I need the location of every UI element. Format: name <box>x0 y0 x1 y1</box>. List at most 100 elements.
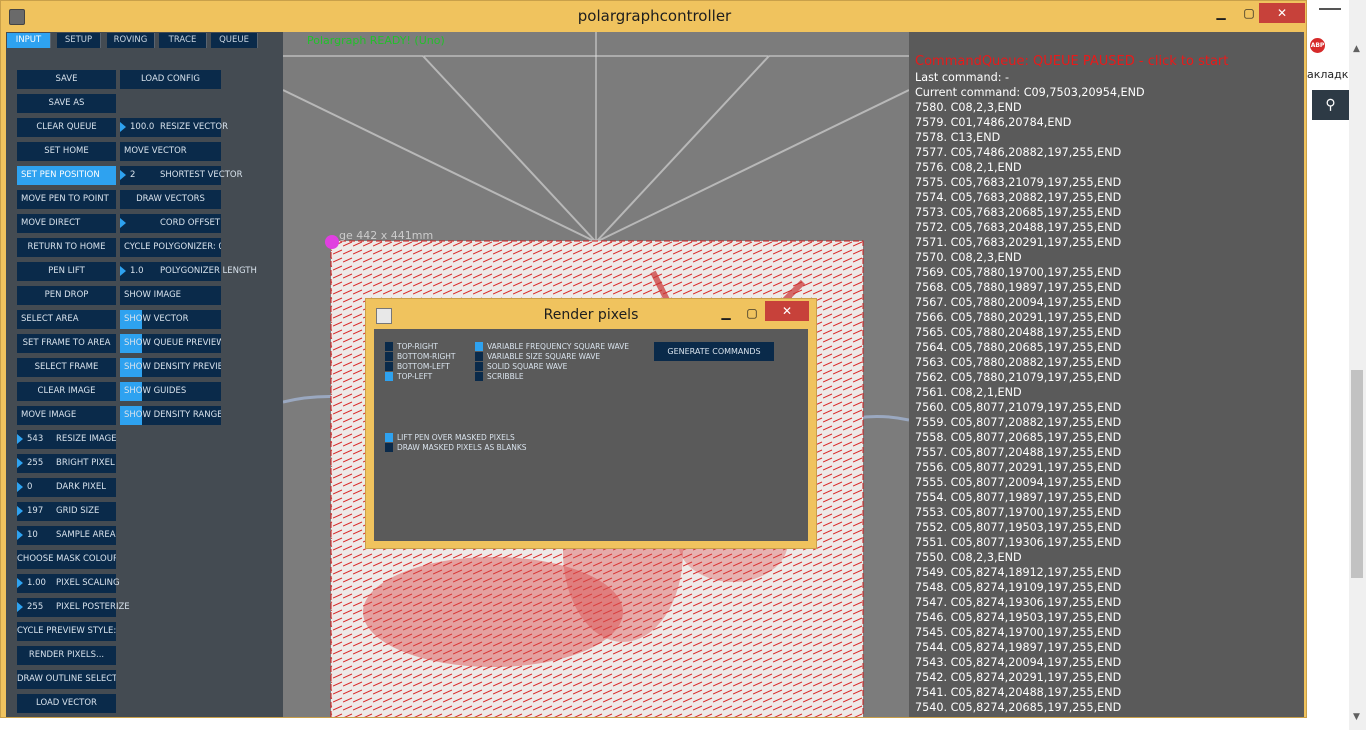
tab-trace[interactable]: TRACE <box>159 33 207 48</box>
cord-offset-label: CORD OFFSET <box>160 218 221 228</box>
checkbox <box>385 342 393 351</box>
dialog-close-button[interactable]: ✕ <box>765 301 809 321</box>
value-arrow-icon <box>17 578 23 588</box>
set-pen-position-button[interactable]: SET PEN POSITION <box>17 166 116 185</box>
show-vector-toggle[interactable]: SHOW VECTOR <box>120 310 221 329</box>
shortest-vector-label: SHORTEST VECTOR <box>160 170 243 180</box>
move-pen-to-point-button[interactable]: MOVE PEN TO POINT <box>17 190 116 209</box>
cycle-preview-style-button[interactable]: CYCLE PREVIEW STYLE: 1 <box>17 622 116 641</box>
pen-drop-button[interactable]: PEN DROP <box>17 286 116 305</box>
move-vector-button[interactable]: MOVE VECTOR <box>120 142 221 161</box>
option-label: BOTTOM-RIGHT <box>397 352 456 361</box>
queue-line: 7563. C05,7880,20882,197,255,END <box>915 356 1122 369</box>
queue-line: 7580. C08,2,3,END <box>915 101 1022 114</box>
draw-vectors-button[interactable]: DRAW VECTORS <box>120 190 221 209</box>
grid-size-value: 197 <box>27 506 44 516</box>
title-bar[interactable]: polargraphcontroller ▁ ▢ ✕ <box>1 1 1306 32</box>
resize-vector-value: 100.0 <box>130 122 155 132</box>
queue-line: 7541. C05,8274,20488,197,255,END <box>915 686 1122 699</box>
scroll-thumb[interactable] <box>1351 370 1363 578</box>
page-scrollbar[interactable]: ▲ ▼ <box>1349 0 1366 730</box>
queue-line: 7556. C05,8077,20291,197,255,END <box>915 461 1122 474</box>
right-cord-line <box>595 89 909 243</box>
close-button[interactable]: ✕ <box>1259 3 1305 23</box>
queue-line: 7570. C08,2,3,END <box>915 251 1022 264</box>
shortest-vector-control[interactable]: 2 SHORTEST VECTOR <box>120 166 243 185</box>
set-home-button[interactable]: SET HOME <box>17 142 116 161</box>
tab-input[interactable]: INPUT <box>7 33 51 48</box>
clear-queue-button[interactable]: CLEAR QUEUE <box>17 118 116 137</box>
option-label: VARIABLE FREQUENCY SQUARE WAVE <box>487 342 630 351</box>
option-label: SCRIBBLE <box>487 372 524 381</box>
scroll-up-arrow-icon[interactable]: ▲ <box>1353 44 1360 54</box>
pen-position-marker[interactable] <box>325 235 339 249</box>
load-config-button[interactable]: LOAD CONFIG <box>120 70 221 89</box>
queue-line: 7579. C01,7486,20784,END <box>915 116 1072 129</box>
show-queue-preview-label: SHOW QUEUE PREVIEW <box>124 338 221 348</box>
pen-lift-button[interactable]: PEN LIFT <box>17 262 116 281</box>
adblock-icon[interactable]: ABP <box>1310 38 1325 53</box>
save-as-button[interactable]: SAVE AS <box>17 94 116 113</box>
clear-image-button[interactable]: CLEAR IMAGE <box>17 382 116 401</box>
tab-roving[interactable]: ROVING <box>107 33 155 48</box>
pixel-scaling-control[interactable]: 1.00 PIXEL SCALING <box>17 574 120 593</box>
cycle-polygonizer-button[interactable]: CYCLE POLYGONIZER: 0 <box>120 238 221 257</box>
load-vector-button[interactable]: LOAD VECTOR <box>17 694 116 713</box>
draw-outline-selected-button[interactable]: DRAW OUTLINE SELECTED <box>17 670 116 689</box>
select-area-button[interactable]: SELECT AREA <box>17 310 116 329</box>
option-label: TOP-LEFT <box>397 372 433 381</box>
move-direct-button[interactable]: MOVE DIRECT <box>17 214 116 233</box>
queue-line: 7553. C05,8077,19700,197,255,END <box>915 506 1122 519</box>
scroll-down-arrow-icon[interactable]: ▼ <box>1353 712 1360 722</box>
queue-line: Current command: C09,7503,20954,END <box>915 86 1145 99</box>
tab-queue[interactable]: QUEUE <box>211 33 258 48</box>
generate-commands-button[interactable]: GENERATE COMMANDS <box>654 342 774 361</box>
value-arrow-icon <box>120 266 126 276</box>
dialog-minimize-button[interactable]: ▁ <box>716 303 736 323</box>
render-pixels-button[interactable]: RENDER PIXELS... <box>17 646 116 665</box>
resize-image-control[interactable]: 543 RESIZE IMAGE <box>17 430 117 449</box>
value-arrow-icon <box>17 434 23 444</box>
return-to-home-button[interactable]: RETURN TO HOME <box>17 238 116 257</box>
checkbox <box>385 443 393 452</box>
dialog-maximize-button[interactable]: ▢ <box>742 303 762 323</box>
queue-status-button[interactable]: CommandQueue: QUEUE PAUSED - click to st… <box>915 54 1228 69</box>
resize-vector-control[interactable]: 100.0 RESIZE VECTOR <box>120 118 228 137</box>
checkbox <box>475 372 483 381</box>
left-cord-line <box>283 89 597 243</box>
show-queue-preview-toggle[interactable]: SHOW QUEUE PREVIEW <box>120 334 221 353</box>
sample-area-control[interactable]: 10 SAMPLE AREA <box>17 526 116 545</box>
queue-line: 7551. C05,8077,19306,197,255,END <box>915 536 1122 549</box>
show-vector-label: SHOW VECTOR <box>124 314 189 324</box>
option-label: BOTTOM-LEFT <box>397 362 450 371</box>
sample-area-value: 10 <box>27 530 38 540</box>
choose-mask-colour-button[interactable]: CHOOSE MASK COLOUR <box>17 550 116 569</box>
search-icon[interactable]: ⚲ <box>1312 90 1349 120</box>
maximize-button[interactable]: ▢ <box>1237 3 1261 23</box>
resize-vector-label: RESIZE VECTOR <box>160 122 228 132</box>
bright-pixel-control[interactable]: 255 BRIGHT PIXEL <box>17 454 116 473</box>
cord-offset-control[interactable]: CORD OFFSET <box>120 214 221 233</box>
show-guides-toggle[interactable]: SHOW GUIDES <box>120 382 221 401</box>
set-frame-to-area-button[interactable]: SET FRAME TO AREA <box>17 334 116 353</box>
tab-setup[interactable]: SETUP <box>57 33 101 48</box>
render-pixels-dialog: Render pixels ▁ ▢ ✕ TOP-RIGHT BOTTOM-RIG… <box>365 298 817 549</box>
checkbox-checked <box>385 372 393 381</box>
queue-line: 7565. C05,7880,20488,197,255,END <box>915 326 1122 339</box>
minimize-button[interactable]: ▁ <box>1209 3 1233 23</box>
dialog-body: TOP-RIGHT BOTTOM-RIGHT BOTTOM-LEFT TOP-L… <box>374 329 808 541</box>
save-button[interactable]: SAVE <box>17 70 116 89</box>
dark-pixel-control[interactable]: 0 DARK PIXEL <box>17 478 116 497</box>
background-browser-window: ABP акладки ⚲ <box>1307 0 1356 730</box>
select-frame-button[interactable]: SELECT FRAME <box>17 358 116 377</box>
polygonizer-length-control[interactable]: 1.0 POLYGONIZER LENGTH <box>120 262 257 281</box>
show-density-range-toggle[interactable]: SHOW DENSITY RANGE <box>120 406 221 425</box>
move-image-button[interactable]: MOVE IMAGE <box>17 406 116 425</box>
checkbox <box>385 352 393 361</box>
queue-line: 7552. C05,8077,19503,197,255,END <box>915 521 1122 534</box>
queue-line: 7557. C05,8077,20488,197,255,END <box>915 446 1122 459</box>
pixel-posterize-control[interactable]: 255 PIXEL POSTERIZE <box>17 598 130 617</box>
grid-size-control[interactable]: 197 GRID SIZE <box>17 502 116 521</box>
show-density-preview-toggle[interactable]: SHOW DENSITY PREVIEW <box>120 358 221 377</box>
show-image-toggle[interactable]: SHOW IMAGE <box>120 286 221 305</box>
